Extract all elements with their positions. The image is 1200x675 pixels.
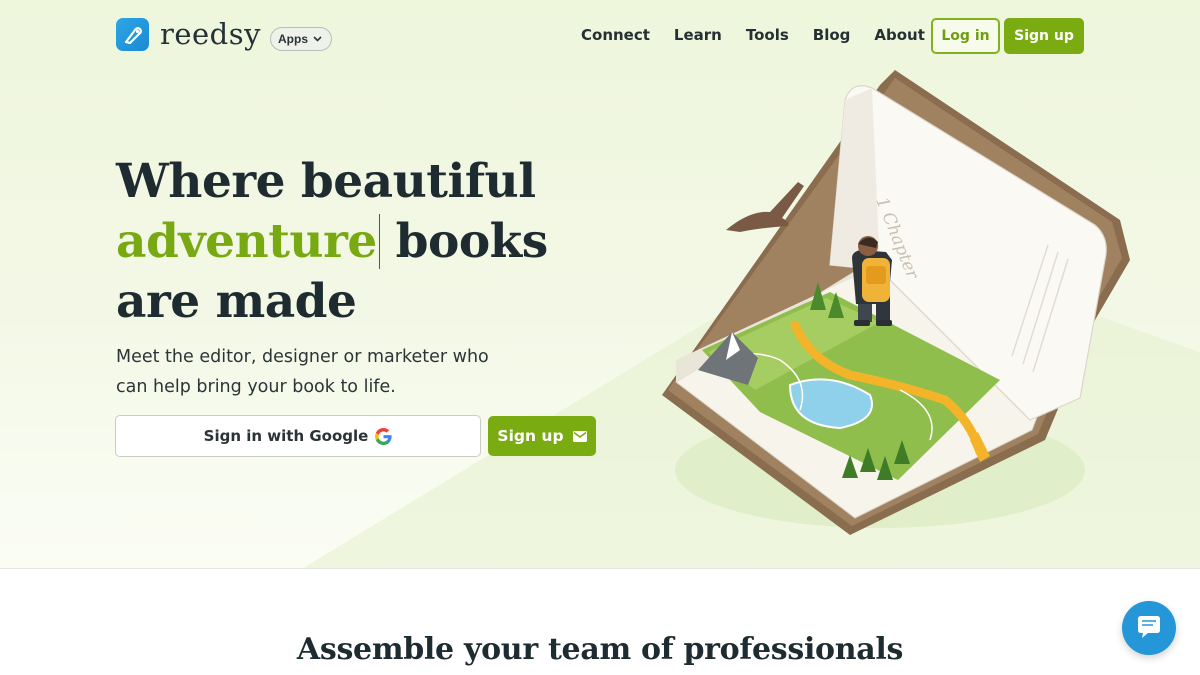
logo-wordmark: reedsy (160, 17, 262, 51)
top-navigation: reedsy Apps Connect Learn Tools Blog Abo… (0, 0, 1200, 72)
login-button[interactable]: Log in (931, 18, 1000, 54)
google-signin-button[interactable]: Sign in with Google (115, 415, 481, 457)
google-icon (375, 427, 392, 445)
hero-section: 1 Chapter reedsy Apps Connect Learn Tool… (0, 0, 1200, 569)
hero-headline: Where beautiful adventure books are made (116, 152, 636, 332)
hero-signup-label: Sign up (497, 427, 564, 445)
chevron-down-icon (313, 36, 322, 42)
reedsy-logo-icon (116, 18, 149, 51)
chat-icon (1138, 616, 1160, 638)
headline-line-2: books (379, 214, 549, 269)
main-nav-links: Connect Learn Tools Blog About (581, 26, 925, 45)
nav-link-tools[interactable]: Tools (746, 26, 789, 45)
chat-widget-button[interactable] (1122, 601, 1176, 655)
reedsy-logo[interactable]: reedsy (116, 18, 261, 51)
nav-link-connect[interactable]: Connect (581, 26, 650, 45)
nav-link-blog[interactable]: Blog (813, 26, 851, 45)
nav-link-learn[interactable]: Learn (674, 26, 722, 45)
apps-dropdown[interactable]: Apps (270, 27, 332, 51)
google-signin-label: Sign in with Google (203, 427, 369, 445)
nav-link-about[interactable]: About (874, 26, 925, 45)
apps-label: Apps (278, 32, 308, 46)
hero-subheading: Meet the editor, designer or marketer wh… (116, 347, 489, 397)
nav-signup-button[interactable]: Sign up (1004, 18, 1084, 54)
headline-line-1: Where beautiful (116, 154, 536, 209)
headline-line-3: are made (116, 274, 357, 329)
envelope-icon (572, 430, 587, 442)
section-title: Assemble your team of professionals (296, 632, 904, 667)
hero-signup-button[interactable]: Sign up (488, 416, 596, 456)
open-book-illustration: 1 Chapter (662, 70, 1130, 535)
headline-accent-word: adventure (116, 214, 380, 269)
